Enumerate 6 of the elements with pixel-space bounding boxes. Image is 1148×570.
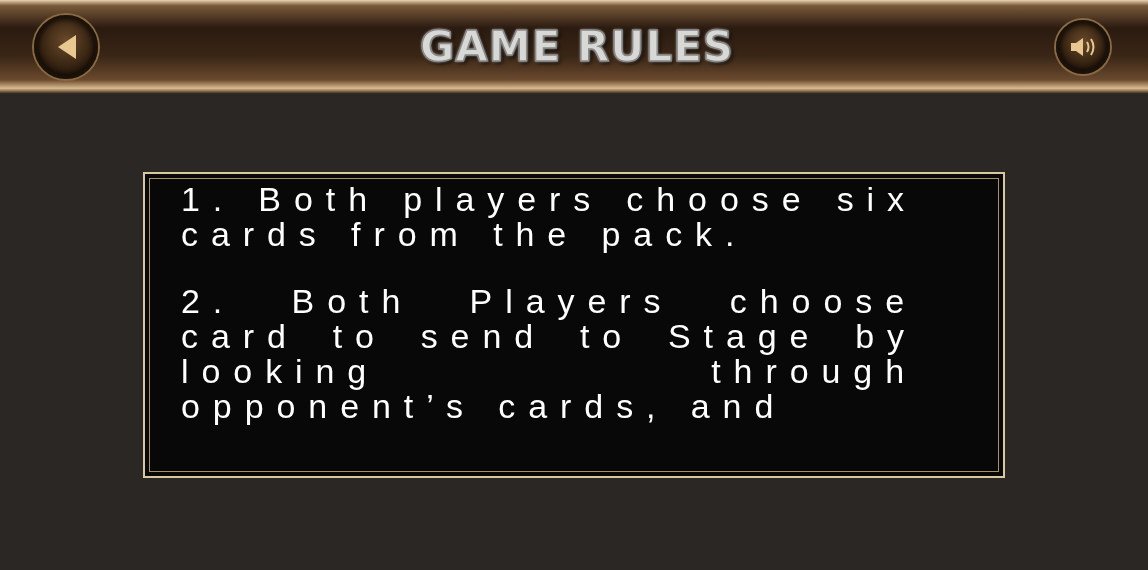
speaker-icon (1069, 36, 1097, 58)
rule-text: 1. Both players choose six cards from the pack. (181, 182, 917, 252)
rule-text: 2. Both Players choose card to send to Stage by looking through opponent’s cards, and (181, 284, 917, 424)
sound-button[interactable] (1056, 20, 1110, 74)
back-button[interactable] (34, 15, 98, 79)
screen-title: GAME RULES (419, 21, 735, 73)
